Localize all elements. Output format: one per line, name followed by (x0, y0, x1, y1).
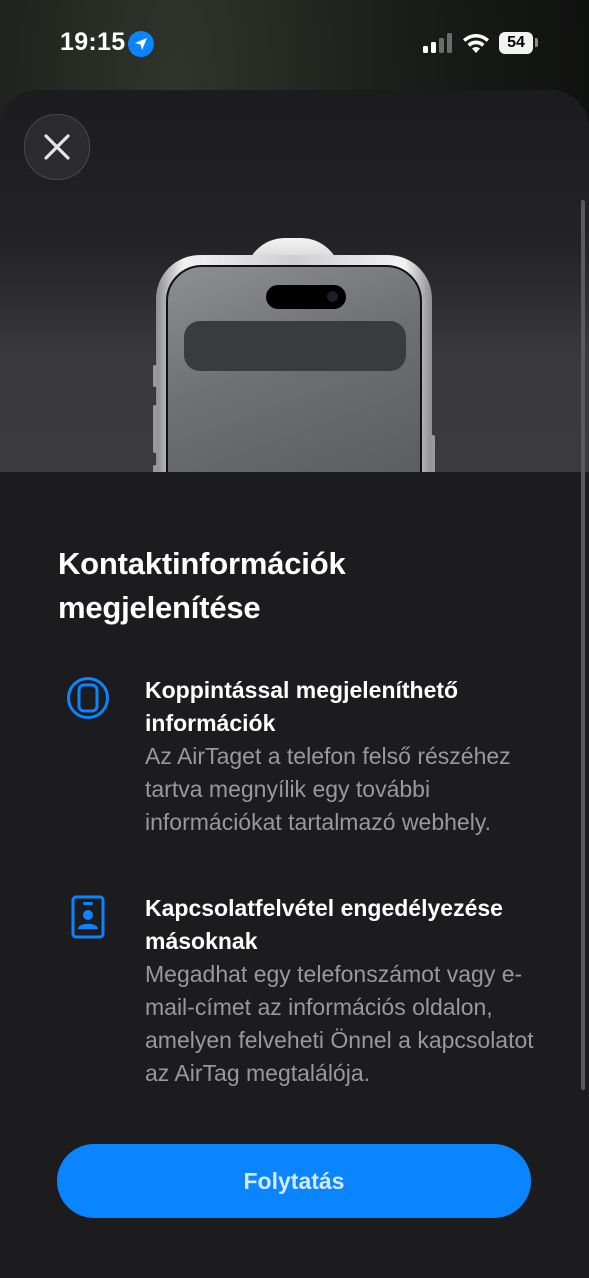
status-time: 19:15 (60, 28, 126, 56)
wifi-icon (462, 32, 490, 54)
notification-banner (184, 321, 406, 371)
screen: 19:15 54 Kontaktinformációk megjelenítés… (0, 0, 589, 1278)
phone-outline-icon (65, 676, 111, 722)
battery-indicator: 54 (499, 32, 533, 54)
page-title: Kontaktinformációk megjelenítése (58, 546, 346, 625)
phone-side-button (431, 435, 435, 472)
feature-item: Kapcsolatfelvétel engedélyezése másoknak… (71, 892, 545, 1090)
phone-screen (166, 265, 422, 472)
status-bar: 19:15 54 (0, 0, 589, 90)
battery-nub (535, 38, 538, 47)
scroll-indicator[interactable] (581, 200, 585, 1090)
phone-side-button (153, 365, 157, 387)
cellular-signal-icon (423, 33, 453, 53)
dynamic-island (266, 285, 346, 309)
location-arrow-icon (128, 31, 154, 57)
contact-card-icon (65, 894, 111, 940)
phone-side-button (153, 405, 157, 453)
camera-icon (327, 291, 338, 302)
feature-description: Megadhat egy telefonszámot vagy e-mail-c… (145, 961, 534, 1086)
phone-illustration (153, 255, 435, 472)
feature-item: Koppintással megjeleníthető információk … (67, 674, 545, 839)
close-button[interactable] (24, 114, 90, 180)
feature-title: Koppintással megjeleníthető információk (145, 677, 459, 736)
phone-side-button (153, 465, 157, 472)
close-icon (44, 134, 70, 160)
feature-title: Kapcsolatfelvétel engedélyezése másoknak (145, 895, 503, 954)
scroll-fade (0, 1090, 589, 1140)
feature-description: Az AirTaget a telefon felső részéhez tar… (145, 743, 511, 835)
continue-button[interactable]: Folytatás (57, 1144, 531, 1218)
